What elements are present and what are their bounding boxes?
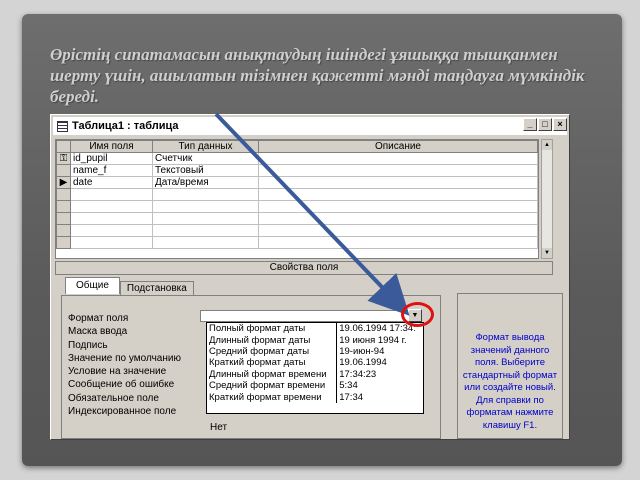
column-header-description: Описание bbox=[258, 140, 538, 153]
minimize-button[interactable]: _ bbox=[523, 118, 537, 131]
field-name-cell[interactable] bbox=[70, 236, 153, 249]
format-name: Длинный формат даты bbox=[209, 334, 311, 346]
row-selector[interactable] bbox=[56, 164, 71, 177]
property-label: Формат поля bbox=[68, 313, 129, 324]
window-titlebar: Таблица1 : таблица _ □ × bbox=[53, 117, 567, 135]
field-name-cell[interactable] bbox=[70, 224, 153, 237]
data-type-cell[interactable] bbox=[152, 224, 259, 237]
description-cell[interactable] bbox=[258, 188, 538, 201]
maximize-button[interactable]: □ bbox=[538, 118, 552, 131]
property-label: Подпись bbox=[68, 339, 108, 351]
property-labels: Формат поля Маска ввода Подпись Значение по… bbox=[68, 312, 181, 418]
help-text-panel: Формат вывода значений данного поля. Выб… bbox=[457, 293, 563, 439]
primary-key-icon[interactable]: ⚿ bbox=[56, 152, 71, 165]
format-dropdown-list[interactable]: Полный формат даты 19.06.1994 17:34: Длинн… bbox=[206, 322, 424, 414]
data-type-cell[interactable]: Счетчик bbox=[152, 152, 259, 165]
field-name-cell[interactable] bbox=[70, 200, 153, 213]
format-name: Длинный формат времени bbox=[209, 368, 327, 380]
row-selector-header bbox=[56, 140, 71, 153]
description-cell[interactable] bbox=[258, 224, 538, 237]
slide-caption: Өрістің сипатамасын анықтаудың ішіндегі … bbox=[50, 45, 585, 106]
description-cell[interactable] bbox=[258, 212, 538, 225]
field-name-cell[interactable]: id_pupil bbox=[70, 152, 153, 165]
table-icon bbox=[57, 120, 68, 132]
tab-general[interactable]: Общие bbox=[65, 277, 120, 294]
format-name: Средний формат даты bbox=[209, 345, 310, 357]
close-button[interactable]: × bbox=[553, 118, 567, 131]
column-header-field-name: Имя поля bbox=[70, 140, 153, 153]
data-type-cell[interactable] bbox=[152, 236, 259, 249]
properties-tabs: Общие Подстановка bbox=[65, 277, 194, 296]
format-name: Средний формат времени bbox=[209, 380, 326, 392]
description-cell[interactable] bbox=[258, 164, 538, 177]
format-example: 17:34:23 bbox=[336, 368, 423, 380]
description-cell[interactable] bbox=[258, 236, 538, 249]
property-label: Условие на значение bbox=[68, 366, 167, 378]
format-example: 19-июн-94 bbox=[336, 345, 423, 358]
dropdown-option[interactable]: Полный формат даты 19.06.1994 17:34: bbox=[207, 323, 423, 335]
table-row[interactable] bbox=[56, 236, 538, 249]
table-row[interactable] bbox=[56, 200, 538, 213]
grid-scrollbar[interactable]: ▲ ▼ bbox=[541, 139, 553, 259]
format-example: 19.06.1994 bbox=[336, 357, 423, 369]
table-row[interactable]: ▶ date Дата/время bbox=[56, 176, 538, 189]
data-type-cell[interactable]: Дата/время bbox=[152, 176, 259, 189]
table-row[interactable] bbox=[56, 188, 538, 201]
property-label: Обязательное поле bbox=[68, 392, 159, 404]
dropdown-option[interactable]: Длинный формат времени 17:34:23 bbox=[207, 368, 423, 380]
dropdown-option[interactable]: Средний формат времени 5:34 bbox=[207, 379, 423, 392]
table-row[interactable]: ⚿ id_pupil Счетчик bbox=[56, 152, 538, 165]
table-row[interactable] bbox=[56, 224, 538, 237]
format-example: 17:34 bbox=[336, 391, 423, 403]
dropdown-option[interactable]: Средний формат даты 19-июн-94 bbox=[207, 345, 423, 358]
description-cell[interactable] bbox=[258, 200, 538, 213]
field-name-cell[interactable] bbox=[70, 188, 153, 201]
scroll-up-icon[interactable]: ▲ bbox=[542, 140, 552, 150]
format-example: 19 июня 1994 г. bbox=[336, 334, 423, 346]
row-selector[interactable] bbox=[56, 224, 71, 237]
row-selector[interactable] bbox=[56, 200, 71, 213]
indexed-field-value: Нет bbox=[210, 422, 228, 433]
field-grid: Имя поля Тип данных Описание ⚿ id_pupil Сч… bbox=[55, 139, 539, 259]
row-selector[interactable] bbox=[56, 188, 71, 201]
tab-lookup[interactable]: Подстановка bbox=[119, 281, 194, 296]
dropdown-option[interactable]: Краткий формат даты 19.06.1994 bbox=[207, 357, 423, 369]
field-name-cell[interactable] bbox=[70, 212, 153, 225]
dropdown-option[interactable]: Краткий формат времени 17:34 bbox=[207, 391, 423, 403]
highlight-circle bbox=[401, 302, 434, 327]
properties-panel: Формат поля Маска ввода Подпись Значение по… bbox=[61, 295, 441, 439]
table-design-window: Таблица1 : таблица _ □ × Имя поля Тип да… bbox=[50, 114, 570, 440]
row-selector[interactable] bbox=[56, 212, 71, 225]
field-properties-header: Свойства поля bbox=[55, 261, 553, 275]
field-name-cell[interactable]: name_f bbox=[70, 164, 153, 177]
description-cell[interactable] bbox=[258, 176, 538, 189]
property-label: Индексированное поле bbox=[68, 406, 177, 418]
format-field-input[interactable] bbox=[200, 310, 412, 322]
property-label: Маска ввода bbox=[68, 326, 128, 338]
table-row[interactable]: name_f Текстовый bbox=[56, 164, 538, 177]
property-label: Сообщение об ошибке bbox=[68, 379, 175, 391]
data-type-cell[interactable] bbox=[152, 200, 259, 213]
format-name: Краткий формат времени bbox=[209, 391, 322, 403]
format-example: 5:34 bbox=[336, 379, 423, 392]
data-type-cell[interactable]: Текстовый bbox=[152, 164, 259, 177]
format-name: Краткий формат даты bbox=[209, 357, 306, 369]
window-title: Таблица1 : таблица bbox=[72, 120, 179, 132]
scroll-down-icon[interactable]: ▼ bbox=[542, 248, 552, 258]
data-type-cell[interactable] bbox=[152, 188, 259, 201]
dropdown-option[interactable]: Длинный формат даты 19 июня 1994 г. bbox=[207, 334, 423, 346]
column-header-data-type: Тип данных bbox=[152, 140, 259, 153]
description-cell[interactable] bbox=[258, 152, 538, 165]
format-name: Полный формат даты bbox=[209, 323, 306, 335]
property-label: Значение по умолчанию bbox=[68, 352, 181, 364]
field-name-cell[interactable]: date bbox=[70, 176, 153, 189]
data-type-cell[interactable] bbox=[152, 212, 259, 225]
current-row-icon[interactable]: ▶ bbox=[56, 176, 71, 189]
row-selector[interactable] bbox=[56, 236, 71, 249]
table-row[interactable] bbox=[56, 212, 538, 225]
